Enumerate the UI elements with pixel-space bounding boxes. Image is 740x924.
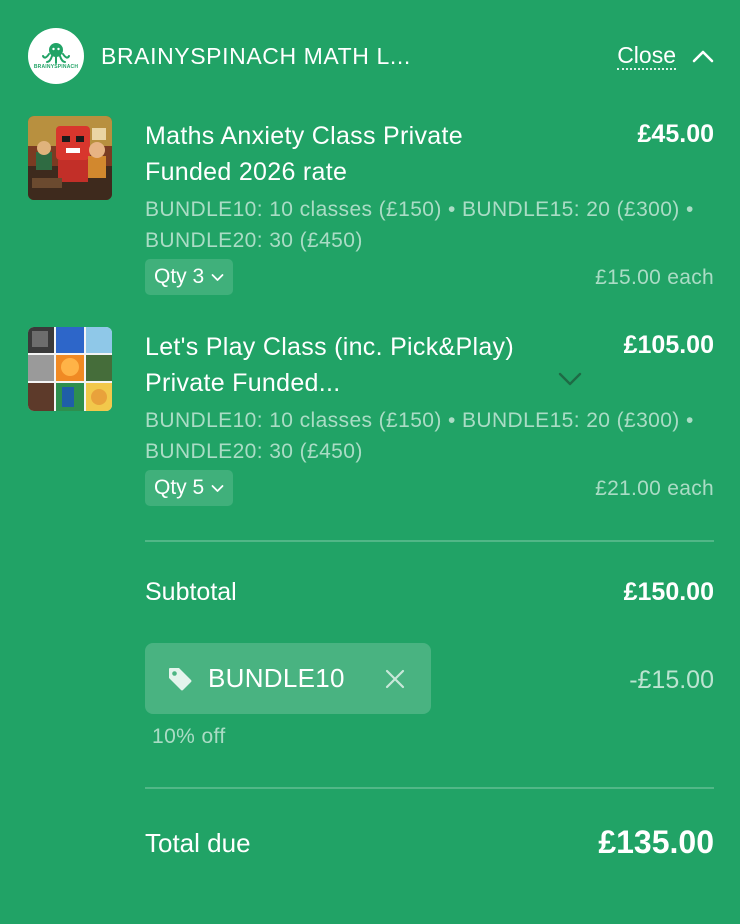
octopus-logo-icon xyxy=(42,43,70,64)
unit-price: £15.00 each xyxy=(595,266,714,289)
tag-icon xyxy=(169,667,192,690)
item-price: £105.00 xyxy=(623,331,714,359)
quantity-selector[interactable]: Qty 3 xyxy=(145,259,234,295)
item-description: BUNDLE10: 10 classes (£150) • BUNDLE15: … xyxy=(145,198,694,252)
shop-name: BRAINYSPINACH MATH L... xyxy=(101,42,411,69)
product-image-lets-play xyxy=(28,327,112,411)
unit-price: £21.00 each xyxy=(595,477,714,500)
quantity-label[interactable]: Qty 5 xyxy=(154,476,204,500)
quantity-selector[interactable]: Qty 5 xyxy=(145,470,234,506)
item-price: £45.00 xyxy=(637,120,714,148)
close-icon[interactable] xyxy=(385,669,405,689)
shop-logo: BRAINYSPINACH xyxy=(28,28,84,84)
discount-note: 10% off xyxy=(152,725,226,748)
product-thumbnail xyxy=(28,116,112,200)
total-due-label: Total due xyxy=(145,828,251,858)
item-title: Let's Play Class (inc. Pick&Play) Privat… xyxy=(145,333,514,397)
expand-title-chevron-down-icon[interactable] xyxy=(558,372,582,386)
close-summary-button[interactable]: Close xyxy=(617,42,714,70)
product-thumbnail xyxy=(28,327,112,411)
checkout-summary-panel: BRAINYSPINACH BRAINYSPINACH MATH L... Cl… xyxy=(0,0,740,924)
logo-wordmark: BRAINYSPINACH xyxy=(33,64,79,70)
chevron-up-icon[interactable] xyxy=(692,49,714,63)
subtotal-label: Subtotal xyxy=(145,578,237,606)
product-image-maths-anxiety xyxy=(28,116,112,200)
divider xyxy=(145,787,714,789)
item-title: Maths Anxiety Class Private Funded 2026 … xyxy=(145,122,463,186)
subtotal-value: £150.00 xyxy=(623,578,714,606)
chevron-down-icon[interactable] xyxy=(211,484,224,493)
item-description: BUNDLE10: 10 classes (£150) • BUNDLE15: … xyxy=(145,409,694,463)
discount-amount: -£15.00 xyxy=(629,666,714,694)
quantity-label[interactable]: Qty 3 xyxy=(154,265,204,289)
promo-code-chip: BUNDLE10 xyxy=(145,643,431,714)
total-due-value: £135.00 xyxy=(598,824,714,860)
chevron-down-icon[interactable] xyxy=(211,273,224,282)
promo-code: BUNDLE10 xyxy=(208,663,345,693)
close-label[interactable]: Close xyxy=(617,42,676,70)
divider xyxy=(145,540,714,542)
order-summary-header: BRAINYSPINACH BRAINYSPINACH MATH L... Cl… xyxy=(28,28,714,84)
